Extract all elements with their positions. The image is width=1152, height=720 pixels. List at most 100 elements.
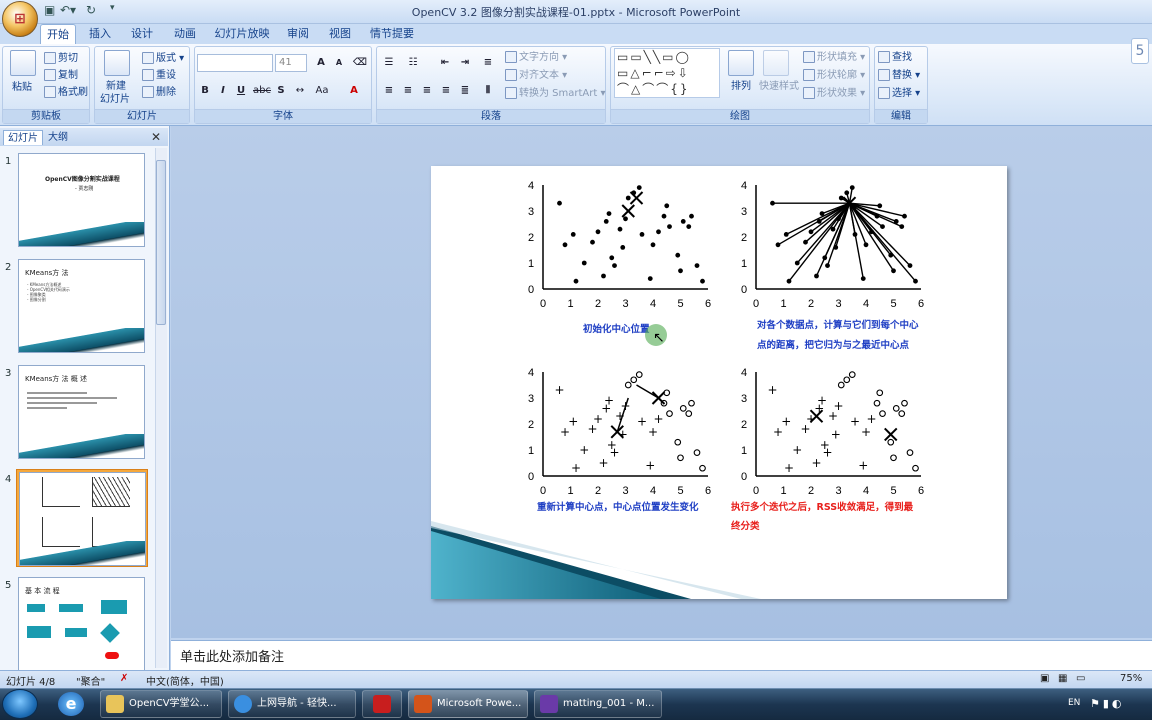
slide[interactable]: 0 1 2 3 4 5 6 0 1 2 3 4 0 1 2 3 4 5 6 0 1 2 3 4 0 1 2 3 4 5 6 0 1 2 3 4 + + + +… — [431, 166, 1007, 599]
arrange-button[interactable]: 排列 — [731, 77, 751, 92]
format-painter-button[interactable]: 格式刷 — [44, 83, 88, 98]
increase-indent-icon[interactable]: ⇥ — [457, 55, 473, 71]
x-tick-label: 2 — [808, 298, 814, 310]
data-point — [689, 213, 694, 219]
ie-icon[interactable]: e — [58, 692, 84, 716]
slide-thumb-1-preview: OpenCV图像分割实战课程 - 贾志刚 — [18, 153, 145, 247]
taskbar-pdf[interactable] — [362, 690, 402, 718]
slide-thumb-5[interactable]: 基 本 流 程 — [16, 575, 148, 672]
shapes-gallery[interactable]: ▭▭╲╲▭◯ ▭△⌐⌐⇨⇩ ⌒△⌒⌒{} — [614, 48, 720, 98]
normal-view-icon[interactable]: ▣ — [1040, 673, 1049, 684]
notes-placeholder[interactable]: 单击此处添加备注 — [180, 646, 284, 665]
font-color-icon[interactable]: A — [346, 83, 362, 99]
slide-thumb-1[interactable]: OpenCV图像分割实战课程 - 贾志刚 — [16, 151, 148, 249]
justify-icon[interactable]: ≡ — [438, 83, 454, 99]
tab-animations[interactable]: 动画 — [166, 24, 204, 44]
group-editing-label: 编辑 — [875, 109, 927, 123]
tray-icons[interactable]: ⚑▮◐ — [1090, 697, 1125, 710]
find-button[interactable]: 查找 — [878, 48, 912, 63]
tab-slideshow[interactable]: 幻灯片放映 — [210, 24, 274, 44]
tab-design[interactable]: 设计 — [124, 24, 160, 44]
align-left-icon[interactable]: ≡ — [381, 83, 397, 99]
cut-button[interactable]: 剪切 — [44, 49, 78, 64]
line-spacing-icon[interactable]: ≡ — [480, 55, 496, 71]
tab-review[interactable]: 审阅 — [280, 24, 316, 44]
office-button[interactable]: ⊞ — [2, 1, 38, 37]
italic-icon[interactable]: I — [215, 83, 231, 99]
input-language[interactable]: EN — [1068, 698, 1080, 708]
columns-icon[interactable]: ⫴ — [480, 83, 496, 99]
font-name-box[interactable] — [197, 54, 273, 72]
font-size-box[interactable]: 41 — [275, 54, 307, 72]
start-button[interactable] — [2, 689, 38, 719]
clear-format-icon[interactable]: ⌫ — [352, 55, 368, 71]
tab-slides-pane[interactable]: 幻灯片 — [3, 130, 43, 145]
copy-button[interactable]: 复制 — [44, 66, 78, 81]
slide-thumb-4[interactable] — [16, 469, 148, 567]
cluster-o-point — [674, 438, 682, 446]
cluster-o-point — [677, 454, 684, 462]
change-case-icon[interactable]: Aa — [314, 83, 330, 99]
delete-slide-button[interactable]: 删除 — [142, 83, 176, 98]
taskbar-powerpoint[interactable]: Microsoft Powe... — [408, 690, 528, 718]
layout-button[interactable]: 版式 ▾ — [142, 49, 184, 64]
spellcheck-icon[interactable]: ✗ — [120, 673, 128, 684]
align-text-button[interactable]: 对齐文本 ▾ — [505, 66, 567, 81]
data-point — [770, 200, 775, 206]
x-tick-label: 2 — [595, 298, 601, 310]
shape-fill-button[interactable]: 形状填充 ▾ — [803, 48, 865, 63]
shrink-font-icon[interactable]: A — [331, 55, 347, 71]
paste-button[interactable]: 粘贴 — [12, 78, 32, 93]
browser-icon — [234, 695, 252, 713]
replace-button[interactable]: 替换 ▾ — [878, 66, 920, 81]
align-center-icon[interactable]: ≡ — [400, 83, 416, 99]
close-icon[interactable]: ✕ — [151, 130, 161, 144]
shape-outline-button[interactable]: 形状轮廓 ▾ — [803, 66, 865, 81]
data-point — [830, 226, 836, 232]
shadow-icon[interactable]: S — [273, 83, 289, 99]
zoom-level[interactable]: 75% — [1120, 673, 1142, 684]
shape-effects-button[interactable]: 形状效果 ▾ — [803, 84, 865, 99]
tab-view[interactable]: 视图 — [322, 24, 358, 44]
underline-icon[interactable]: U — [233, 83, 249, 99]
tab-home[interactable]: 开始 — [40, 24, 76, 44]
notes-pane[interactable] — [171, 640, 1152, 670]
select-button[interactable]: 选择 ▾ — [878, 84, 920, 99]
thumb-swoosh — [20, 541, 145, 565]
taskbar-folder[interactable]: OpenCV学堂公... — [100, 690, 222, 718]
group-font-label: 字体 — [195, 109, 371, 123]
label-assign-line1: 对各个数据点，计算与它们到每个中心 — [757, 320, 919, 331]
new-slide-button-line2[interactable]: 幻灯片 — [100, 90, 130, 105]
data-point — [595, 229, 601, 235]
centroid-path — [636, 384, 659, 399]
cluster-o-point — [666, 410, 673, 417]
taskbar-browser[interactable]: 上网导航 - 轻快... — [228, 690, 356, 718]
char-spacing-icon[interactable]: ↔ — [292, 83, 308, 99]
numbering-icon[interactable]: ☷ — [405, 55, 421, 71]
strikethrough-icon[interactable]: abc — [253, 83, 271, 99]
sorter-view-icon[interactable]: ▦ — [1058, 673, 1067, 684]
tab-outline-pane[interactable]: 大纲 — [44, 130, 72, 145]
help-icon[interactable]: 5 — [1131, 38, 1149, 64]
thumb-title: 基 本 流 程 — [25, 587, 60, 595]
distributed-icon[interactable]: ≣ — [457, 83, 473, 99]
bullets-icon[interactable]: ☰ — [381, 55, 397, 71]
tab-storyboard[interactable]: 情节提要 — [364, 24, 420, 44]
data-point — [686, 224, 692, 229]
decrease-indent-icon[interactable]: ⇤ — [437, 55, 453, 71]
slide-thumb-3[interactable]: KMeans方 法 概 述 — [16, 363, 148, 461]
reset-button[interactable]: 重设 — [142, 66, 176, 81]
quick-styles-button[interactable]: 快速样式 — [759, 77, 799, 92]
bold-icon[interactable]: B — [197, 83, 213, 99]
slide-thumb-2[interactable]: KMeans方 法 - KMeans方法概述 - OpenCV相关代码演示 - … — [16, 257, 148, 355]
scrollbar-thumb[interactable] — [156, 160, 166, 325]
slideshow-view-icon[interactable]: ▭ — [1076, 673, 1085, 684]
thumb-swoosh — [19, 222, 144, 246]
text-direction-button[interactable]: 文字方向 ▾ — [505, 48, 567, 63]
grow-font-icon[interactable]: A — [313, 55, 329, 71]
taskbar-visualstudio[interactable]: matting_001 - M... — [534, 690, 662, 718]
status-language[interactable]: 中文(简体，中国) — [146, 673, 224, 688]
smartart-button[interactable]: 转换为 SmartArt ▾ — [505, 84, 606, 99]
align-right-icon[interactable]: ≡ — [419, 83, 435, 99]
tab-insert[interactable]: 插入 — [82, 24, 118, 44]
